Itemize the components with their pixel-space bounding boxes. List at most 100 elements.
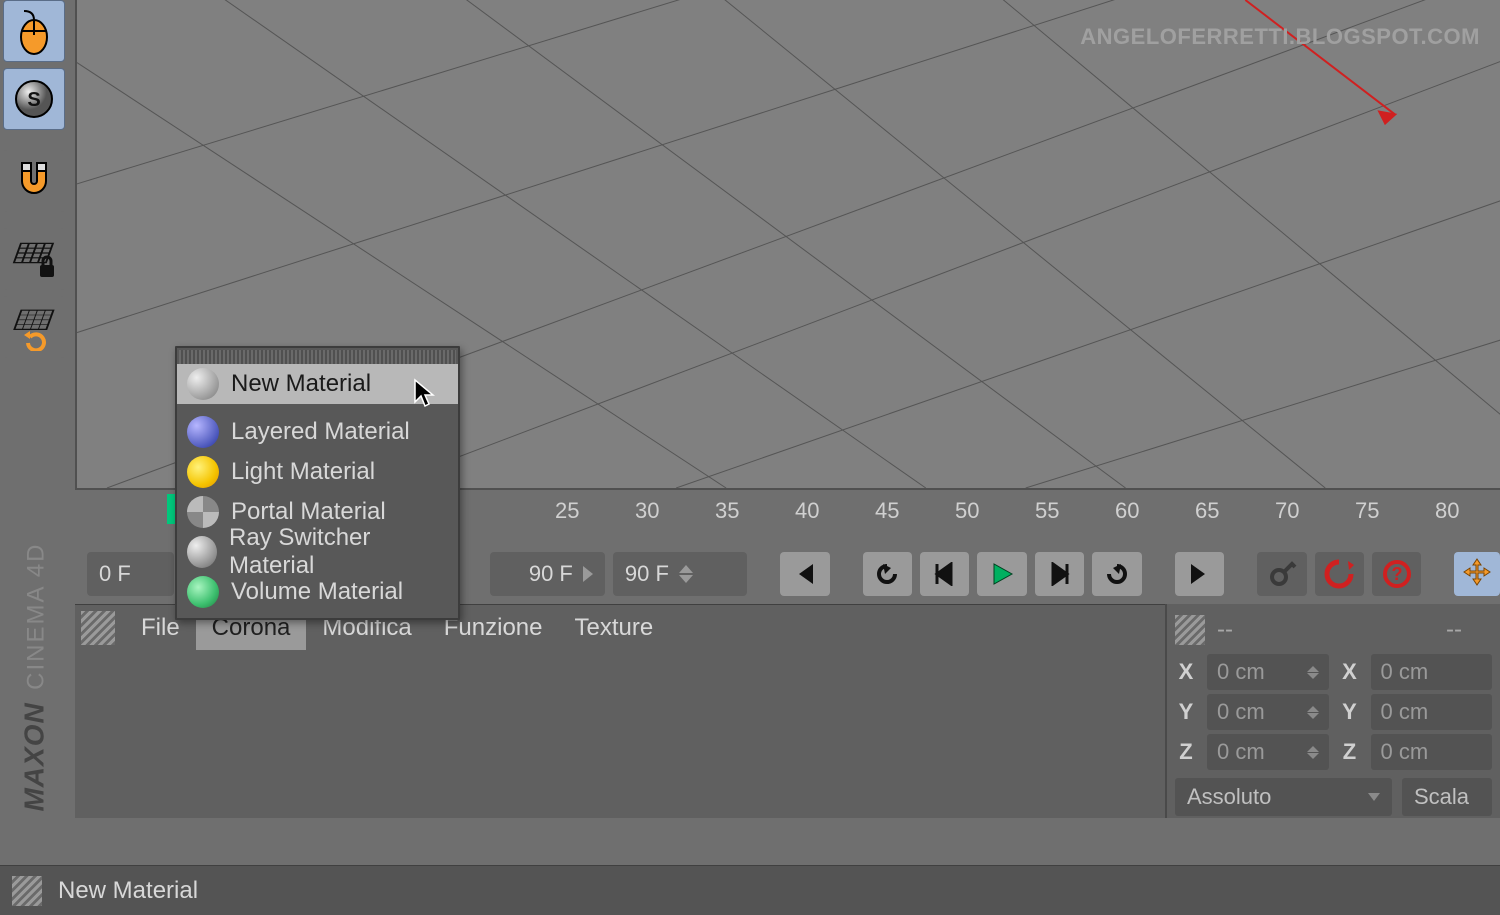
- attr-y1[interactable]: 0 cm: [1207, 694, 1329, 730]
- goto-start-button[interactable]: [780, 552, 829, 596]
- ruler-tick: 30: [635, 498, 659, 524]
- next-frame-button[interactable]: [1035, 552, 1084, 596]
- attr-header: -- --: [1175, 610, 1492, 650]
- attr-x1[interactable]: 0 cm: [1207, 654, 1329, 690]
- ruler-tick: 50: [955, 498, 979, 524]
- goto-end-icon: [1185, 562, 1213, 586]
- axis-label: Z: [1339, 739, 1361, 765]
- ruler-tick: 65: [1195, 498, 1219, 524]
- ruler-tick: 70: [1275, 498, 1299, 524]
- sphere-checker-icon: [187, 496, 219, 528]
- menu-item-label: Ray Switcher Material: [229, 524, 448, 580]
- ruler-tick: 55: [1035, 498, 1059, 524]
- tool-sphere[interactable]: S: [3, 68, 65, 130]
- magnet-icon: [10, 157, 58, 205]
- sphere-yellow-icon: [187, 456, 219, 488]
- autokey-icon: [1324, 559, 1354, 589]
- move-icon: [1460, 557, 1494, 591]
- brand-maxon: MAXON: [19, 702, 50, 811]
- axis-label: Y: [1339, 699, 1361, 725]
- menu-item-light-material[interactable]: Light Material: [177, 452, 458, 492]
- brand-label: MAXON CINEMA 4D: [6, 546, 64, 808]
- menu-item-label: Portal Material: [231, 498, 386, 526]
- prev-frame-button[interactable]: [920, 552, 969, 596]
- move-tool-button[interactable]: [1454, 552, 1500, 596]
- ruler-tick: 80: [1435, 498, 1459, 524]
- attr-row-y: Y 0 cm Y 0 cm: [1175, 694, 1492, 730]
- ruler-tick: 60: [1115, 498, 1139, 524]
- hatch-icon: [12, 876, 42, 906]
- ruler-tick: 35: [715, 498, 739, 524]
- ruler-tick: 25: [555, 498, 579, 524]
- menu-item-label: Light Material: [231, 458, 375, 486]
- attr-x2[interactable]: 0 cm: [1371, 654, 1493, 690]
- next-frame-icon: [1047, 562, 1071, 586]
- menu-item-label: Volume Material: [231, 578, 403, 606]
- sphere-grey-icon: [187, 536, 217, 568]
- record-key-button[interactable]: [1257, 552, 1306, 596]
- svg-text:?: ?: [1391, 564, 1402, 584]
- sphere-icon: S: [12, 77, 56, 121]
- current-frame-value: 90 F: [625, 561, 669, 587]
- tool-grid-lock[interactable]: [3, 228, 65, 290]
- grid-lock-icon: [10, 235, 58, 283]
- cursor-icon: [413, 378, 435, 408]
- current-frame-field[interactable]: 90 F: [613, 552, 747, 596]
- next-key-icon: [1103, 562, 1131, 586]
- key-icon: [1267, 559, 1297, 589]
- tool-column: S: [0, 0, 68, 364]
- grid-refresh-icon: [10, 303, 58, 351]
- menu-item-ray-switcher-material[interactable]: Ray Switcher Material: [177, 532, 458, 572]
- goto-start-icon: [791, 562, 819, 586]
- hatch-icon: [81, 611, 115, 645]
- menu-item-label: Layered Material: [231, 418, 410, 446]
- tool-mouse[interactable]: [3, 0, 65, 62]
- tool-grid-refresh[interactable]: [3, 296, 65, 358]
- goto-end-button[interactable]: [1175, 552, 1224, 596]
- menu-grip[interactable]: [179, 350, 456, 364]
- attr-mode-dropdown[interactable]: Assoluto: [1175, 778, 1392, 816]
- menu-item-label: New Material: [231, 370, 371, 398]
- attr-scale-button[interactable]: Scala: [1402, 778, 1492, 816]
- prev-key-icon: [873, 562, 901, 586]
- mouse-icon: [14, 7, 54, 55]
- tool-magnet[interactable]: [3, 150, 65, 212]
- next-key-button[interactable]: [1092, 552, 1141, 596]
- help-icon: ?: [1382, 559, 1412, 589]
- axis-label: Z: [1175, 739, 1197, 765]
- start-frame-value: 0 F: [99, 561, 131, 587]
- status-bar: New Material: [0, 865, 1500, 915]
- svg-text:S: S: [27, 89, 40, 111]
- attr-row-z: Z 0 cm Z 0 cm: [1175, 734, 1492, 770]
- play-button[interactable]: [977, 552, 1026, 596]
- sphere-blue-icon: [187, 416, 219, 448]
- start-frame-field[interactable]: 0 F: [87, 552, 174, 596]
- attribute-panel: -- -- X 0 cm X 0 cm Y 0 cm Y 0 cm Z 0 cm…: [1165, 604, 1500, 818]
- attr-dash: --: [1446, 616, 1462, 644]
- sphere-green-icon: [187, 576, 219, 608]
- attr-z2[interactable]: 0 cm: [1371, 734, 1493, 770]
- prev-frame-icon: [933, 562, 957, 586]
- menu-item-layered-material[interactable]: Layered Material: [177, 412, 458, 452]
- ruler-tick: 40: [795, 498, 819, 524]
- attr-dash: --: [1217, 616, 1233, 644]
- prev-key-button[interactable]: [863, 552, 912, 596]
- end-frame-value: 90 F: [529, 561, 573, 587]
- brand-c4d: CINEMA 4D: [23, 542, 50, 689]
- status-text: New Material: [58, 877, 198, 905]
- attr-z1[interactable]: 0 cm: [1207, 734, 1329, 770]
- axis-label: X: [1339, 659, 1361, 685]
- sphere-grey-icon: [187, 368, 219, 400]
- autokey-button[interactable]: [1315, 552, 1364, 596]
- menu-texture[interactable]: Texture: [559, 604, 670, 652]
- watermark: ANGELOFERRETTI.BLOGSPOT.COM: [1080, 24, 1480, 50]
- ruler-tick: 45: [875, 498, 899, 524]
- attr-y2[interactable]: 0 cm: [1371, 694, 1493, 730]
- attr-row-x: X 0 cm X 0 cm: [1175, 654, 1492, 690]
- end-frame-field[interactable]: 90 F: [490, 552, 605, 596]
- help-button[interactable]: ?: [1372, 552, 1421, 596]
- ruler-tick: 75: [1355, 498, 1379, 524]
- hatch-icon: [1175, 615, 1205, 645]
- axis-label: Y: [1175, 699, 1197, 725]
- arrow-right-icon: [583, 566, 593, 582]
